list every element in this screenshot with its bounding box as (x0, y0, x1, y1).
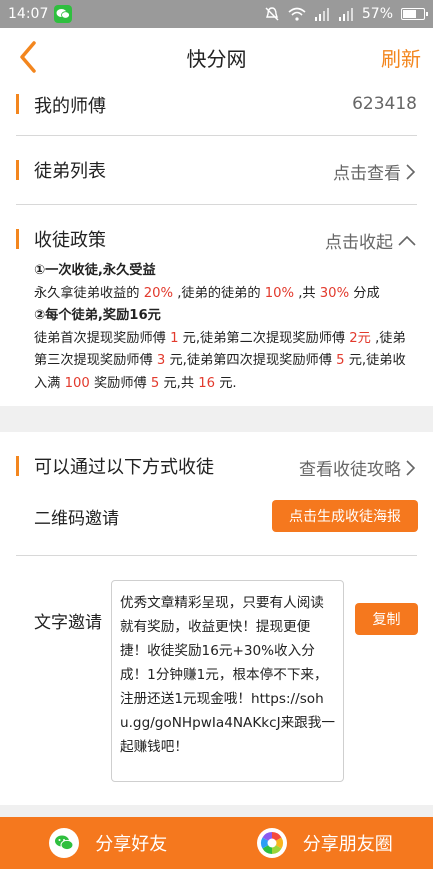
accent-bar (16, 229, 19, 249)
page-title: 快分网 (186, 46, 247, 71)
signal-icon-2 (338, 7, 354, 21)
status-time: 14:07 (8, 6, 49, 22)
chevron-up-icon (398, 235, 416, 246)
qr-invite-label: 二维码邀请 (34, 509, 119, 529)
share-friends-label: 分享好友 (95, 834, 168, 855)
policy-row[interactable]: 收徒政策 点击收起 (0, 221, 433, 257)
chevron-right-icon (406, 459, 416, 476)
policy-collapse-action[interactable]: 点击收起 (325, 228, 417, 253)
battery-fill (403, 10, 416, 18)
apprentice-list-action[interactable]: 点击查看 (333, 159, 417, 184)
mute-icon (264, 6, 280, 22)
invite-guide-link[interactable]: 查看收徒攻略 (299, 455, 401, 480)
accent-bar (16, 456, 19, 476)
wechat-notification-icon (54, 5, 73, 23)
refresh-button[interactable]: 刷新 (381, 43, 421, 72)
text-invite-label: 文字邀请 (34, 613, 102, 633)
apprentice-list-label: 徒弟列表 (34, 161, 106, 182)
wifi-icon (288, 7, 306, 21)
nav-bar: 快分网 刷新 (0, 28, 433, 86)
share-friends-button[interactable]: 分享好友 (0, 817, 217, 869)
policy-text: ①一次收徒,永久受益 永久拿徒弟收益的 20% ,徒弟的徒弟的 10% ,共 3… (34, 260, 417, 395)
invite-guide-action[interactable]: 查看收徒攻略 (299, 455, 417, 480)
policy-label: 收徒政策 (34, 230, 106, 251)
accent-bar (16, 160, 19, 180)
share-moments-label: 分享朋友圈 (302, 834, 393, 855)
apprentice-list-row[interactable]: 徒弟列表 点击查看 (0, 152, 433, 188)
divider (16, 135, 417, 136)
policy-heading-1: ①一次收徒,永久受益 (34, 263, 156, 278)
signal-icon (314, 7, 330, 21)
master-row: 我的师傅 623418 (0, 86, 433, 122)
master-id: 623418 (352, 94, 417, 114)
battery-percent: 57% (361, 6, 393, 22)
view-link[interactable]: 点击查看 (333, 159, 401, 184)
policy-share-line: 永久拿徒弟收益的 20% ,徒弟的徒弟的 10% ,共 30% 分成 (34, 285, 380, 301)
moments-icon (256, 828, 287, 858)
copy-button[interactable]: 复制 (355, 603, 418, 635)
accent-bar (16, 94, 19, 114)
status-bar: 14:07 57% (0, 0, 433, 28)
share-bar: 分享好友 分享朋友圈 (0, 817, 433, 869)
invite-methods-label: 可以通过以下方式收徒 (34, 457, 214, 478)
invite-text-box[interactable]: 优秀文章精彩呈现，只要有人阅读就有奖励，收益更快！提现更便捷！收徒奖励16元+3… (111, 580, 344, 782)
back-arrow-icon[interactable] (14, 40, 44, 74)
collapse-link[interactable]: 点击收起 (325, 228, 393, 253)
divider (16, 555, 417, 556)
wechat-icon (49, 828, 80, 858)
share-moments-button[interactable]: 分享朋友圈 (217, 817, 433, 869)
invite-methods-row[interactable]: 可以通过以下方式收徒 查看收徒攻略 (0, 448, 433, 484)
chevron-right-icon (406, 163, 416, 180)
policy-reward-detail: 徒弟首次提现奖励师傅 1 元,徒弟第二次提现奖励师傅 2元 ,徒弟第三次提现奖励… (34, 330, 406, 391)
generate-poster-button[interactable]: 点击生成收徒海报 (272, 500, 418, 532)
master-label: 我的师傅 (34, 96, 106, 117)
policy-heading-2: ②每个徒弟,奖励16元 (34, 308, 161, 323)
battery-icon (401, 8, 428, 20)
divider (16, 204, 417, 205)
